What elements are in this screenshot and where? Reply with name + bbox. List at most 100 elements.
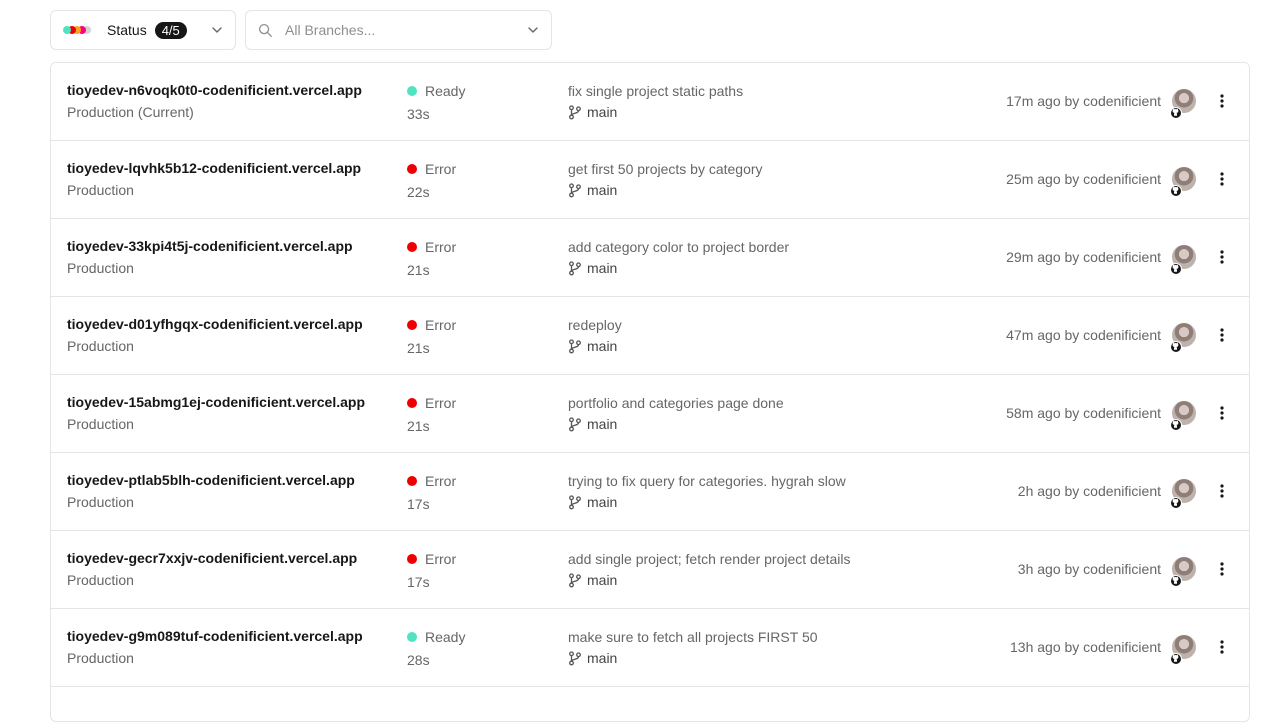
deployment-meta: 3h ago by codenificient [1017,561,1161,577]
branch[interactable]: main [568,182,617,198]
deployment-status: Error [407,551,456,567]
branch-name: main [587,650,618,666]
more-options-icon[interactable] [1213,246,1231,268]
deployment-environment: Production [67,338,134,354]
deployment-status: Error [407,239,456,255]
deployment-url[interactable]: tioyedev-ptlab5blh-codenificient.vercel.… [67,472,355,488]
more-options-icon[interactable] [1213,90,1231,112]
deployment-row[interactable]: tioyedev-33kpi4t5j-codenificient.vercel.… [51,219,1249,297]
branch-name: main [587,104,618,120]
git-branch-icon [568,260,582,276]
deployment-status: Error [407,473,456,489]
git-branch-icon [568,338,582,354]
branch-name: main [587,572,618,588]
deployment-row[interactable]: tioyedev-n6voqk0t0-codenificient.vercel.… [51,63,1249,141]
status-text: Error [425,551,457,567]
deployment-status: Error [407,317,456,333]
deployment-environment: Production [67,494,134,510]
commit-message[interactable]: trying to fix query for categories. hygr… [568,473,846,489]
branch-filter[interactable] [245,10,552,50]
commit-message[interactable]: get first 50 projects by category [568,161,763,177]
deployment-url[interactable]: tioyedev-gecr7xxjv-codenificient.vercel.… [67,550,357,566]
more-options-icon[interactable] [1213,636,1231,658]
branch[interactable]: main [568,494,617,510]
deployment-status: Ready [407,83,465,99]
branch-search-input[interactable] [285,22,515,38]
branch[interactable]: main [568,338,617,354]
branch-name: main [587,494,618,510]
status-dots-icon [63,24,97,36]
status-text: Error [425,317,457,333]
deployment-row[interactable]: tioyedev-ptlab5blh-codenificient.vercel.… [51,453,1249,531]
status-dot-icon [407,242,417,252]
deployment-meta: 2h ago by codenificient [1017,483,1161,499]
deployment-row[interactable]: tioyedev-d01yfhgqx-codenificient.vercel.… [51,297,1249,375]
deployment-meta: 47m ago by codenificient [1006,327,1161,343]
deployment-meta: 25m ago by codenificient [1006,171,1161,187]
build-duration: 33s [407,106,430,122]
git-branch-icon [568,182,582,198]
status-text: Error [425,239,457,255]
status-count-badge: 4/5 [154,21,187,39]
build-duration: 21s [407,262,430,278]
more-options-icon[interactable] [1213,480,1231,502]
deployment-meta: 13h ago by codenificient [1010,639,1161,655]
commit-message[interactable]: fix single project static paths [568,83,743,99]
github-icon [1170,106,1182,119]
filter-bar: Status 4/5 [50,10,552,50]
chevron-down-icon [211,24,223,36]
commit-message[interactable]: redeploy [568,317,622,333]
build-duration: 21s [407,418,430,434]
deployment-url[interactable]: tioyedev-n6voqk0t0-codenificient.vercel.… [67,82,362,98]
branch[interactable]: main [568,572,617,588]
git-branch-icon [568,494,582,510]
branch-name: main [587,182,618,198]
branch[interactable]: main [568,104,617,120]
deployment-meta: 17m ago by codenificient [1006,93,1161,109]
build-duration: 17s [407,574,430,590]
commit-message[interactable]: portfolio and categories page done [568,395,784,411]
commit-message[interactable]: make sure to fetch all projects FIRST 50 [568,629,818,645]
github-icon [1170,574,1182,587]
deployment-row[interactable]: tioyedev-g9m089tuf-codenificient.vercel.… [51,609,1249,687]
status-filter-button[interactable]: Status 4/5 [50,10,236,50]
deployment-row[interactable]: tioyedev-15abmg1ej-codenificient.vercel.… [51,375,1249,453]
github-icon [1170,652,1182,665]
build-duration: 17s [407,496,430,512]
deployment-environment: Production [67,650,134,666]
build-duration: 28s [407,652,430,668]
git-branch-icon [568,416,582,432]
branch[interactable]: main [568,260,617,276]
deployment-meta: 29m ago by codenificient [1006,249,1161,265]
deployment-row[interactable]: tioyedev-lqvhk5b12-codenificient.vercel.… [51,141,1249,219]
commit-message[interactable]: add single project; fetch render project… [568,551,851,567]
deployment-url[interactable]: tioyedev-d01yfhgqx-codenificient.vercel.… [67,316,363,332]
branch[interactable]: main [568,650,617,666]
branch-name: main [587,338,618,354]
status-dot-icon [407,476,417,486]
deployment-environment: Production [67,416,134,432]
status-dot-icon [407,86,417,96]
git-branch-icon [568,572,582,588]
deployment-url[interactable]: tioyedev-33kpi4t5j-codenificient.vercel.… [67,238,353,254]
status-dot-icon [407,398,417,408]
more-options-icon[interactable] [1213,402,1231,424]
status-filter-label: Status [107,22,147,38]
git-branch-icon [568,650,582,666]
status-dot-icon [407,554,417,564]
status-dot-icon [407,632,417,642]
deployment-status: Error [407,395,456,411]
deployment-url[interactable]: tioyedev-lqvhk5b12-codenificient.vercel.… [67,160,361,176]
commit-message[interactable]: add category color to project border [568,239,789,255]
status-text: Ready [425,629,466,645]
deployment-url[interactable]: tioyedev-15abmg1ej-codenificient.vercel.… [67,394,365,410]
more-options-icon[interactable] [1213,168,1231,190]
deployment-meta: 58m ago by codenificient [1006,405,1161,421]
more-options-icon[interactable] [1213,324,1231,346]
branch[interactable]: main [568,416,617,432]
github-icon [1170,496,1182,509]
deployment-status: Error [407,161,456,177]
deployment-row[interactable]: tioyedev-gecr7xxjv-codenificient.vercel.… [51,531,1249,609]
more-options-icon[interactable] [1213,558,1231,580]
deployment-url[interactable]: tioyedev-g9m089tuf-codenificient.vercel.… [67,628,363,644]
